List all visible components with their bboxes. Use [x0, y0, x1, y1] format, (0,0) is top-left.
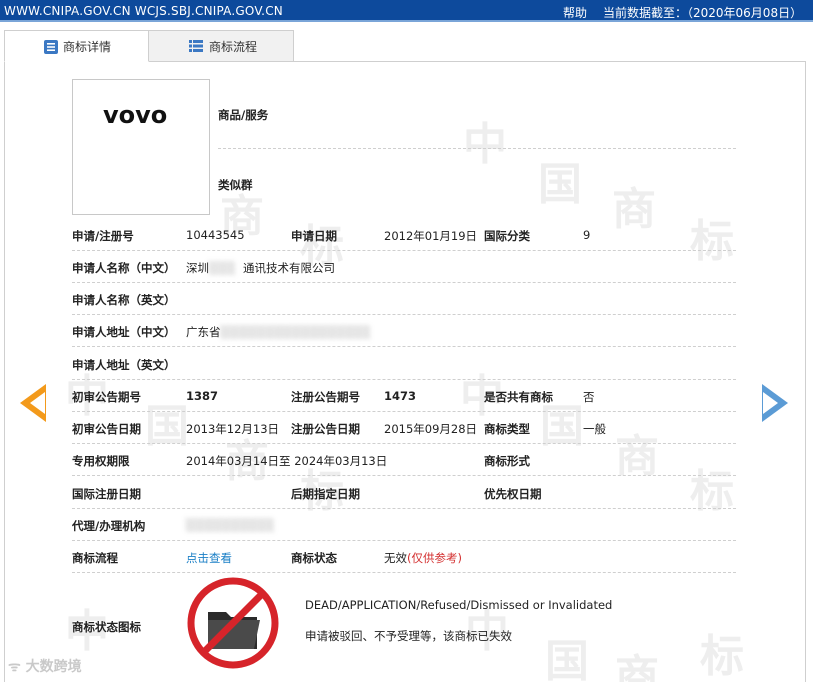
prelim-issue-value: 1387 — [186, 389, 219, 403]
tab-label: 商标详情 — [63, 39, 112, 54]
divider — [72, 475, 736, 476]
next-arrow-icon[interactable] — [762, 384, 788, 422]
intl-class-value: 9 — [583, 228, 591, 242]
divider — [72, 282, 736, 283]
divider — [72, 379, 736, 380]
status-icon-label: 商标状态图标 — [72, 620, 141, 634]
applicant-cn-label: 申请人名称（中文） — [72, 261, 176, 275]
intl-reg-date-label: 国际注册日期 — [72, 487, 141, 501]
help-link[interactable]: 帮助 — [563, 4, 587, 21]
address-cn-label: 申请人地址（中文） — [72, 325, 176, 339]
status-en-text: DEAD/APPLICATION/Refused/Dismissed or In… — [305, 598, 613, 612]
trademark-logo-text: vovo — [103, 104, 167, 128]
address-en-label: 申请人地址（英文） — [72, 358, 176, 372]
apply-date-value: 2012年01月19日 — [384, 229, 478, 243]
goods-services-label: 商品/服务 — [218, 108, 269, 122]
divider — [72, 346, 736, 347]
reg-no-label: 申请/注册号 — [72, 229, 134, 243]
data-as-of: 当前数据截至：（2020年06月08日） — [603, 6, 803, 20]
reg-date-label: 注册公告日期 — [291, 422, 360, 436]
status-cn-text: 申请被驳回、不予受理等，该商标已失效 — [305, 629, 512, 643]
view-process-link[interactable]: 点击查看 — [186, 550, 232, 566]
divider — [218, 148, 736, 149]
site-urls: WWW.CNIPA.GOV.CN WCJS.SBJ.CNIPA.GOV.CN — [4, 4, 283, 18]
applicant-cn-value: 深圳░░░ 通讯技术有限公司 — [186, 261, 335, 275]
list-icon — [189, 39, 203, 53]
reg-no-value: 10443545 — [186, 228, 245, 242]
divider — [72, 443, 736, 444]
trademark-image: vovo — [72, 79, 210, 215]
document-icon — [43, 39, 58, 54]
tm-type-label: 商标类型 — [484, 422, 530, 436]
trademark-logo: vovo — [103, 104, 167, 128]
divider — [72, 250, 736, 251]
tab-bar: 商标详情 商标流程 — [4, 30, 804, 62]
prelim-issue-label: 初审公告期号 — [72, 390, 141, 404]
applicant-en-label: 申请人名称（英文） — [72, 293, 176, 307]
tm-type-value: 一般 — [583, 422, 606, 436]
previous-arrow-icon[interactable] — [20, 384, 46, 422]
address-cn-value: 广东省░░░░░░░░░░░░░░░░░ — [186, 325, 371, 339]
apply-date-label: 申请日期 — [291, 229, 337, 243]
divider — [72, 540, 736, 541]
top-bar: WWW.CNIPA.GOV.CN WCJS.SBJ.CNIPA.GOV.CN 帮… — [0, 0, 813, 22]
agent-value: ░░░░░░░░░░ — [186, 518, 275, 532]
dead-status-icon — [187, 577, 279, 669]
reg-issue-label: 注册公告期号 — [291, 390, 360, 404]
similar-group-label: 类似群 — [218, 178, 253, 192]
status-label: 商标状态 — [291, 551, 337, 565]
watermark-logo-icon: ᯤ — [8, 659, 26, 675]
divider — [72, 508, 736, 509]
later-date-label: 后期指定日期 — [291, 487, 360, 501]
reg-date-value: 2015年09月28日 — [384, 422, 478, 436]
tm-form-label: 商标形式 — [484, 454, 530, 468]
status-note: (仅供参考) — [407, 551, 462, 565]
divider — [72, 314, 736, 315]
prelim-date-value: 2013年12月13日 — [186, 422, 280, 436]
intl-class-label: 国际分类 — [484, 229, 530, 243]
status-value: 无效(仅供参考) — [384, 551, 462, 565]
corner-watermark: ᯤ 大数跨境 — [8, 659, 82, 675]
process-label: 商标流程 — [72, 551, 118, 565]
shared-label: 是否共有商标 — [484, 390, 553, 404]
priority-date-label: 优先权日期 — [484, 487, 542, 501]
exclusive-period-value: 2014年03月14日至 2024年03月13日 — [186, 454, 388, 468]
agent-label: 代理/办理机构 — [72, 519, 146, 533]
tab-trademark-process[interactable]: 商标流程 — [148, 30, 294, 62]
prelim-date-label: 初审公告日期 — [72, 422, 141, 436]
divider — [72, 572, 736, 573]
tab-label: 商标流程 — [209, 39, 258, 54]
shared-value: 否 — [583, 390, 595, 404]
exclusive-period-label: 专用权期限 — [72, 454, 130, 468]
tab-trademark-details[interactable]: 商标详情 — [4, 30, 149, 62]
divider — [72, 411, 736, 412]
reg-issue-value: 1473 — [384, 389, 417, 403]
